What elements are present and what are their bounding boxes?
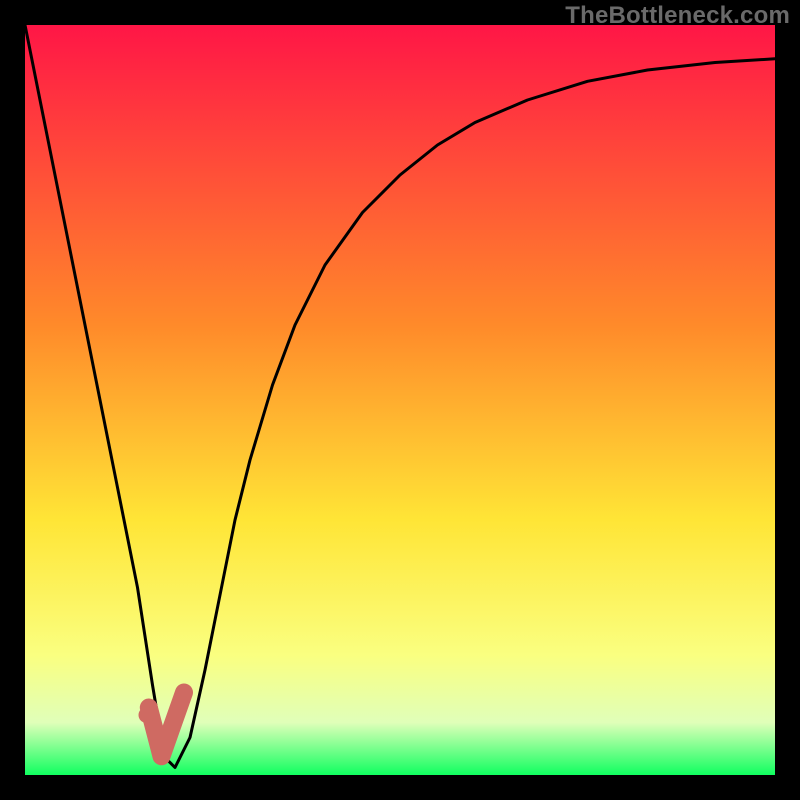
chart-frame: TheBottleneck.com [0, 0, 800, 800]
plot-area [25, 25, 775, 775]
gradient-background [25, 25, 775, 775]
chart-svg [25, 25, 775, 775]
selected-marker-dot [139, 707, 155, 723]
